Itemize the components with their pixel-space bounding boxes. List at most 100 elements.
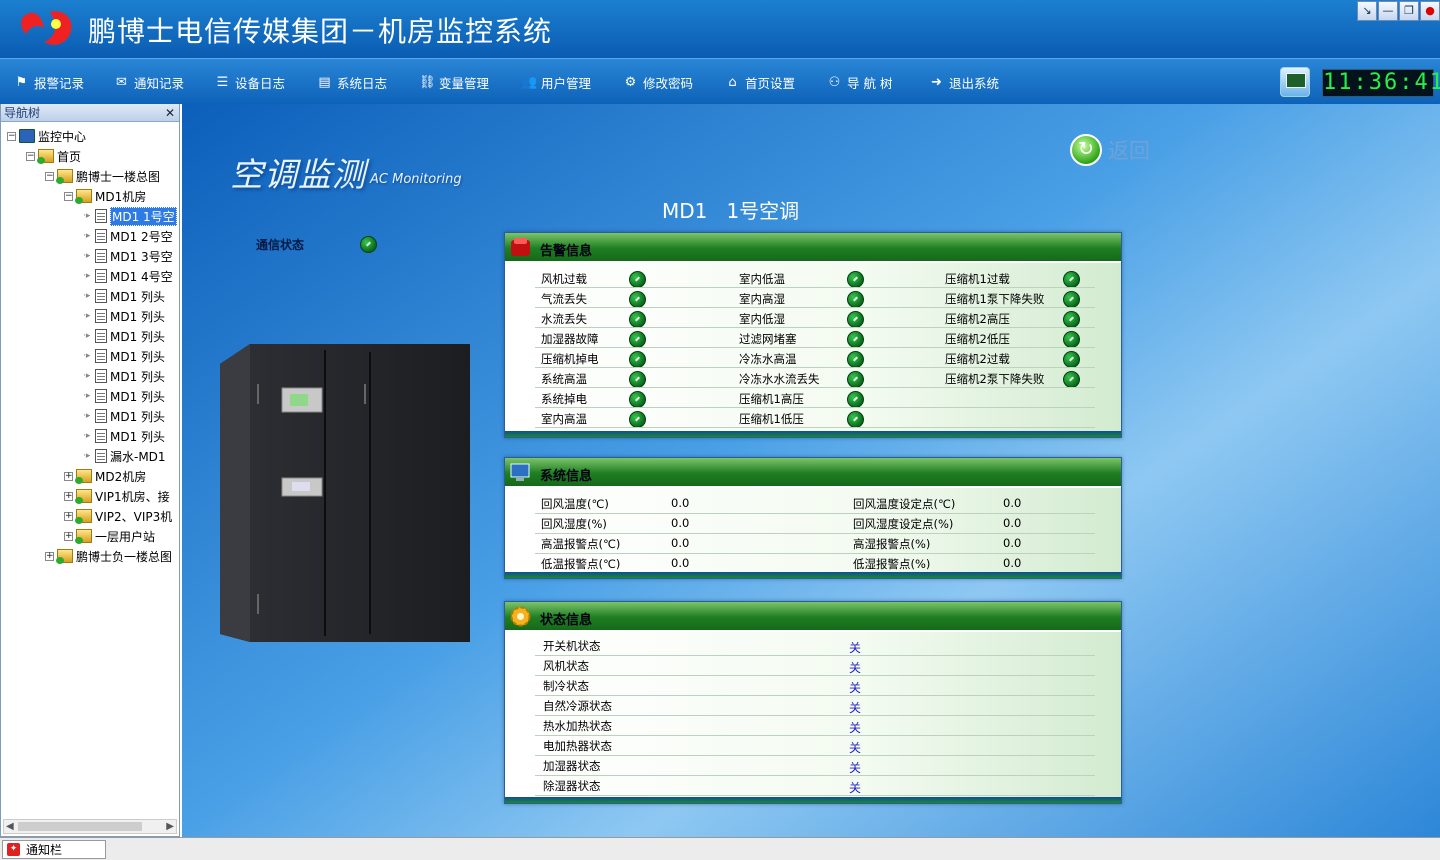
tree-item[interactable]: + 一层用户站: [64, 526, 155, 546]
toolbar-system-log[interactable]: ▤ 系统日志: [317, 73, 387, 91]
status-ok-icon: [847, 391, 864, 408]
tree-item[interactable]: ·▸ MD1 列头: [83, 346, 165, 366]
system-value: 0.0: [1003, 536, 1022, 550]
expand-icon[interactable]: +: [64, 491, 73, 501]
maximize-icon[interactable]: ❐: [1399, 1, 1419, 21]
toolbar-alarm-records[interactable]: ⚑ 报警记录: [14, 73, 84, 91]
toolbar-change-password[interactable]: ⚙ 修改密码: [623, 73, 693, 91]
tree-branch-icon: ·▸: [83, 211, 91, 221]
tree-item[interactable]: ·▸ MD1 3号空: [83, 246, 173, 266]
alarm-label: 压缩机1高压: [739, 392, 804, 406]
collapse-icon[interactable]: −: [7, 131, 16, 141]
collapse-icon[interactable]: −: [64, 191, 73, 201]
tree-item[interactable]: + VIP1机房、接: [64, 486, 170, 506]
tree-item[interactable]: − 鹏博士一楼总图: [45, 166, 160, 186]
toolbar-notify-records[interactable]: ✉ 通知记录: [114, 73, 184, 91]
digital-clock: 11:36:41: [1322, 69, 1440, 97]
tree-item[interactable]: + 鹏博士负一楼总图: [45, 546, 172, 566]
tree-item[interactable]: ·▸ MD1 列头: [83, 386, 165, 406]
toolbar-variable-mgmt[interactable]: ⛓ 变量管理: [419, 73, 489, 91]
horizontal-scrollbar[interactable]: ◀ ▶: [3, 819, 177, 834]
notification-tab[interactable]: ✦ 通知栏: [2, 840, 106, 859]
tree-item[interactable]: ·▸ MD1 列头: [83, 326, 165, 346]
computer-icon: [510, 463, 530, 481]
status-ok-icon: [1063, 311, 1080, 328]
tree-item-label: MD1 列头: [110, 389, 166, 404]
close-icon[interactable]: ●: [1420, 1, 1440, 21]
scroll-right-icon[interactable]: ▶: [166, 820, 174, 833]
scroll-thumb[interactable]: [18, 822, 142, 831]
tree-item[interactable]: ·▸ MD1 列头: [83, 366, 165, 386]
back-button[interactable]: ↻ 返回: [1070, 134, 1150, 166]
alarm-label: 加湿器故障: [541, 332, 599, 346]
system-label: 回风湿度设定点(%): [853, 517, 954, 531]
comm-status-indicator: [360, 236, 377, 257]
tree-item[interactable]: ·▸ MD1 4号空: [83, 266, 173, 286]
folder-icon: [37, 149, 54, 164]
alarm-info-header: 告警信息: [505, 233, 1121, 263]
status-ok-icon: [847, 411, 864, 428]
expand-icon[interactable]: +: [64, 531, 73, 541]
tree-item-label: MD1 4号空: [110, 269, 173, 284]
expand-icon[interactable]: +: [45, 551, 54, 561]
flag-icon: ⚑: [15, 74, 28, 90]
close-icon[interactable]: ✕: [165, 104, 175, 122]
document-icon: [95, 349, 107, 363]
tree-branch-icon: ·▸: [83, 391, 91, 401]
document-icon: [95, 409, 107, 423]
toolbar-home-settings[interactable]: ⌂ 首页设置: [725, 73, 795, 91]
row-divider: [535, 755, 1095, 756]
expand-icon[interactable]: +: [64, 511, 73, 521]
tree-item[interactable]: ·▸ MD1 列头: [83, 406, 165, 426]
status-bar: ✦ 通知栏: [0, 837, 1440, 860]
state-value: 关: [849, 641, 862, 655]
tree-item[interactable]: − MD1机房: [64, 186, 146, 206]
minimize-icon[interactable]: —: [1378, 1, 1398, 21]
status-ok-icon: [847, 371, 864, 388]
folder-icon: [75, 469, 92, 484]
state-label: 制冷状态: [543, 679, 589, 693]
state-value: 关: [849, 661, 862, 675]
restore-icon[interactable]: ↘: [1357, 1, 1377, 21]
alarm-label: 压缩机1过载: [945, 272, 1010, 286]
state-value: 关: [849, 681, 862, 695]
page-subtitle: AC Monitoring: [370, 172, 462, 187]
tree-item[interactable]: + VIP2、VIP3机: [64, 506, 172, 526]
tree-item[interactable]: ·▸ MD1 1号空: [83, 206, 177, 226]
toolbar-exit[interactable]: ➜ 退出系统: [929, 73, 999, 91]
gear-icon: ⚙: [624, 74, 637, 90]
toolbar-nav-tree[interactable]: ⚇ 导 航 树: [827, 73, 893, 91]
tree-item[interactable]: − 监控中心: [7, 126, 86, 146]
alarm-label: 冷冻水高温: [739, 352, 797, 366]
system-label: 回风温度(℃): [541, 497, 609, 511]
monitor-icon[interactable]: [1280, 67, 1310, 97]
toolbar-user-mgmt[interactable]: 👥 用户管理: [521, 73, 591, 91]
row-divider: [535, 427, 1095, 428]
nav-tree-header: 导航树 ✕: [1, 104, 179, 122]
tree-item[interactable]: ·▸ MD1 列头: [83, 306, 165, 326]
tree-branch-icon: ·▸: [83, 251, 91, 261]
main-toolbar: ⚑ 报警记录 ✉ 通知记录 ☰ 设备日志 ▤ 系统日志 ⛓ 变量管理 👥 用户管理 ⚙ 修改密…: [0, 58, 1440, 104]
tree-item[interactable]: + MD2机房: [64, 466, 146, 486]
system-label: 高温报警点(℃): [541, 537, 621, 551]
tree-item[interactable]: − 首页: [26, 146, 81, 166]
tree-item[interactable]: ·▸ MD1 列头: [83, 286, 165, 306]
toolbar-device-log[interactable]: ☰ 设备日志: [215, 73, 285, 91]
system-value: 0.0: [671, 516, 690, 530]
status-ok-icon: [629, 271, 646, 288]
tree-item[interactable]: ·▸ 漏水-MD1: [83, 446, 166, 466]
ac-unit-image: [220, 344, 470, 642]
page-title: 空调监测: [230, 155, 366, 194]
tree-item-label: MD1 列头: [110, 409, 166, 424]
expand-icon[interactable]: +: [64, 471, 73, 481]
scroll-left-icon[interactable]: ◀: [6, 820, 14, 833]
status-ok-icon: [360, 236, 377, 253]
document-icon: [95, 329, 107, 343]
tree-item[interactable]: ·▸ MD1 2号空: [83, 226, 173, 246]
collapse-icon[interactable]: −: [26, 151, 35, 161]
collapse-icon[interactable]: −: [45, 171, 54, 181]
list-icon: ☰: [216, 74, 229, 90]
row-divider: [535, 795, 1095, 796]
row-divider: [535, 735, 1095, 736]
tree-item[interactable]: ·▸ MD1 列头: [83, 426, 165, 446]
